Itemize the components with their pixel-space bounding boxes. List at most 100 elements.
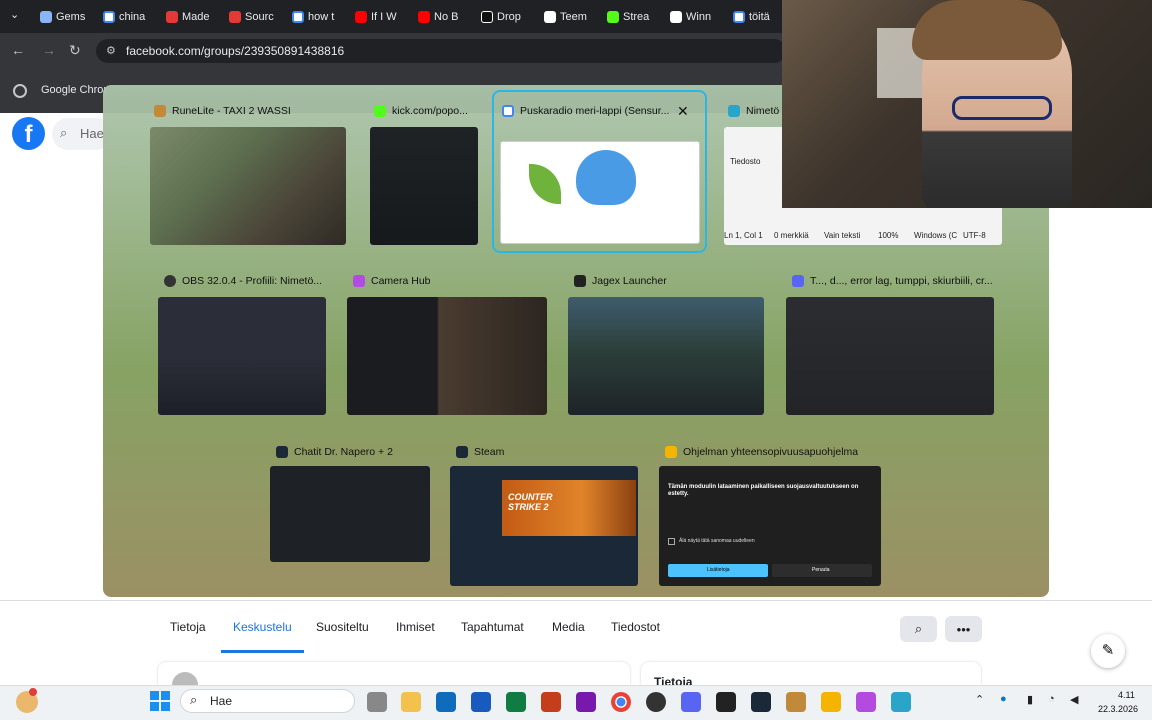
window-steam-chat[interactable]: Chatit Dr. Napero + 2 [270,438,430,562]
kick-icon [374,105,386,117]
window-kick[interactable]: kick.com/popo... [368,97,480,245]
window-title-label: Camera Hub [371,275,431,287]
obs-icon [164,275,176,287]
tab-label: Winn [686,11,712,23]
notification-badge [29,688,37,696]
browser-tab[interactable]: Gems [40,6,100,28]
excel-icon[interactable] [506,692,526,712]
network-icon[interactable]: ● [1000,693,1007,705]
jagex-taskbar-icon[interactable] [716,692,736,712]
powerpoint-icon[interactable] [541,692,561,712]
window-thumbnail [347,297,547,415]
window-obs[interactable]: OBS 32.0.4 - Profiili: Nimetö... [158,267,326,415]
webcam-hair [912,0,1062,60]
outlook-icon[interactable] [436,692,456,712]
youtube-icon [355,11,367,23]
browser-tab[interactable]: Drop [481,6,541,28]
group-search-button[interactable]: ⌕ [900,616,937,642]
window-title-label: RuneLite - TAXI 2 WASSI [172,105,291,117]
notepad-taskbar-icon[interactable] [891,692,911,712]
clock-date[interactable]: 22.3.2026 [1098,704,1138,714]
dialog-body: Tämän moduulin lataaminen paikalliseen s… [668,484,859,497]
clock-time[interactable]: 4.11 [1118,690,1135,700]
tray-chevron-icon[interactable]: ⌃ [975,693,984,706]
wifi-icon[interactable]: ◔ [1048,693,1055,705]
browser-tab[interactable]: Teem [544,6,604,28]
warning-taskbar-icon[interactable] [821,692,841,712]
compose-button[interactable]: ✎ [1091,634,1125,668]
taskbar-search-placeholder: Hae [210,694,233,708]
site-info-icon[interactable]: ⚙ [106,44,116,57]
chrome-taskbar-icon[interactable] [611,692,631,712]
browser-tab[interactable]: If I W [355,6,415,28]
window-steam[interactable]: Steam COUNTER STRIKE 2 [450,438,638,586]
back-icon[interactable]: ← [11,42,25,58]
camera-hub-taskbar-icon[interactable] [856,692,876,712]
runelite-icon [154,105,166,117]
steam-taskbar-icon[interactable] [751,692,771,712]
notepad-status: Ln 1, Col 1 [724,231,763,240]
bookmark-item[interactable]: Google Chror [41,84,107,96]
close-icon[interactable]: ✕ [677,103,689,120]
tab-favicon-icon [40,11,52,23]
notepad-status: UTF-8 [963,231,986,240]
steam-icon [276,446,288,458]
start-button[interactable] [150,691,170,711]
runelite-taskbar-icon[interactable] [786,692,806,712]
onenote-icon[interactable] [576,692,596,712]
google-icon [292,11,304,23]
obs-taskbar-icon[interactable] [646,692,666,712]
window-thumbnail [786,297,994,415]
steam-icon [456,446,468,458]
browser-tab[interactable]: Sourc [229,6,289,28]
facebook-search-placeholder: Hae [80,126,104,141]
tab-tapahtumat[interactable]: Tapahtumat [461,620,524,634]
reload-icon[interactable]: ↻ [69,42,81,59]
tab-keskustelu[interactable]: Keskustelu [233,620,292,634]
browser-tab[interactable]: Winn [670,6,730,28]
more-options-button[interactable]: ••• [945,616,982,642]
facebook-logo-icon[interactable]: f [12,117,45,150]
browser-tab[interactable]: how t [292,6,352,28]
tab-ihmiset[interactable]: Ihmiset [396,620,435,634]
window-discord[interactable]: T..., d..., error lag, tumppi, skiurbiil… [786,267,994,415]
tab-media[interactable]: Media [552,620,585,634]
start-tile [161,702,170,711]
google-icon [103,11,115,23]
file-explorer-icon[interactable] [401,692,421,712]
word-icon[interactable] [471,692,491,712]
address-url: facebook.com/groups/239350891438816 [126,44,345,58]
window-title: Steam [450,438,504,466]
cs2-banner-text: COUNTER STRIKE 2 [508,492,553,512]
taskbar-search-input[interactable] [180,689,355,713]
browser-tab[interactable]: Strea [607,6,667,28]
tab-label: If I W [371,11,397,23]
tab-tiedostot[interactable]: Tiedostot [611,620,660,634]
tab-suositeltu[interactable]: Suositeltu [316,620,369,634]
tab-tietoja[interactable]: Tietoja [170,620,206,634]
browser-tab[interactable]: No B [418,6,478,28]
window-jagex-launcher[interactable]: Jagex Launcher [568,267,764,415]
tab-label: china [119,11,146,23]
volume-icon[interactable]: ◀ [1070,693,1078,706]
browser-tab[interactable]: töitä [733,6,781,28]
selected-window-ring [492,90,707,253]
tab-label: Drop [497,11,521,23]
forward-icon[interactable]: → [42,42,56,58]
browser-tab[interactable]: Made [166,6,226,28]
tab-list-chevron-icon[interactable]: ⌄ [10,8,19,21]
discord-taskbar-icon[interactable] [681,692,701,712]
window-thumbnail [158,297,326,415]
window-title-label: Ohjelman yhteensopivuusapuohjelma [683,446,859,458]
group-nav-divider [0,600,1152,601]
browser-tab[interactable]: china [103,6,163,28]
window-camera-hub[interactable]: Camera Hub [347,267,547,415]
window-title: Chatit Dr. Napero + 2 [270,438,393,466]
window-compat-assistant[interactable]: Ohjelman yhteensopivuusapuohjelma Tämän … [659,438,881,586]
window-title-label: Chatit Dr. Napero + 2 [294,446,393,458]
window-runelite[interactable]: RuneLite - TAXI 2 WASSI [148,97,348,245]
task-view-icon[interactable] [367,692,387,712]
tab-label: No B [434,11,459,23]
window-title: OBS 32.0.4 - Profiili: Nimetö... [158,267,322,295]
microphone-icon[interactable]: ▮ [1027,693,1033,706]
